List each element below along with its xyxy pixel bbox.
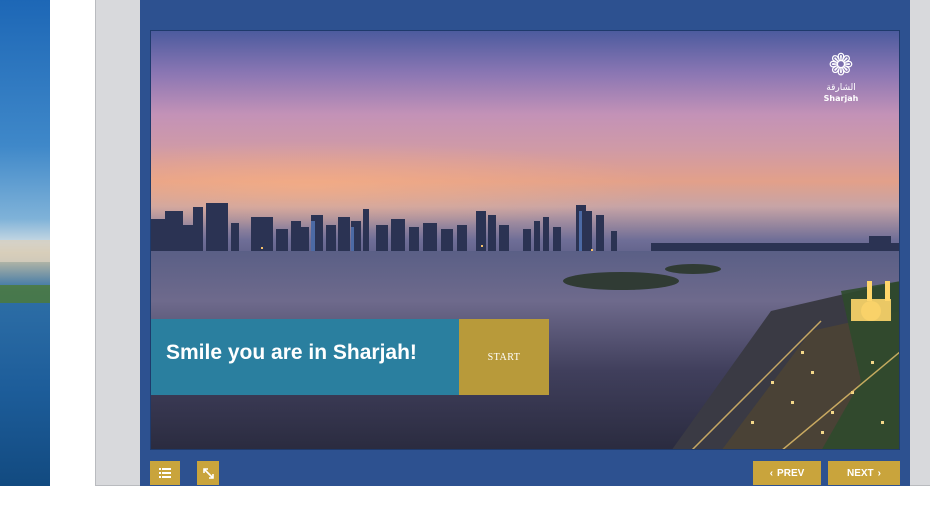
waterfront-district [563, 264, 899, 449]
prev-button[interactable]: ‹ PREV [753, 461, 821, 485]
left-photo-buildings [0, 240, 50, 262]
logo-english-text: Sharjah [823, 94, 859, 103]
next-button[interactable]: NEXT › [828, 461, 900, 485]
left-background-photo [0, 0, 50, 486]
menu-button[interactable] [150, 461, 180, 485]
slide-hero-image: ❁ الشارقة Sharjah Smile you are in Sharj… [150, 30, 900, 450]
logo-arabic-text: الشارقة [826, 83, 856, 93]
left-photo-shoreline [0, 285, 50, 303]
slide-player: ❁ الشارقة Sharjah Smile you are in Sharj… [140, 0, 910, 486]
sharjah-logo: ❁ الشارقة Sharjah [811, 49, 871, 129]
sharjah-logo-icon: ❁ [828, 48, 854, 83]
welcome-banner: Smile you are in Sharjah! [151, 319, 461, 395]
next-label: NEXT [846, 467, 874, 479]
expand-button[interactable] [197, 461, 219, 485]
expand-icon [202, 467, 214, 479]
banner-headline: Smile you are in Sharjah! [166, 341, 417, 364]
list-icon [159, 468, 171, 478]
prev-label: PREV [777, 467, 805, 479]
city-skyline [151, 203, 899, 261]
start-button[interactable]: START [459, 319, 549, 395]
chevron-right-icon: › [877, 467, 881, 479]
chevron-left-icon: ‹ [769, 467, 774, 479]
